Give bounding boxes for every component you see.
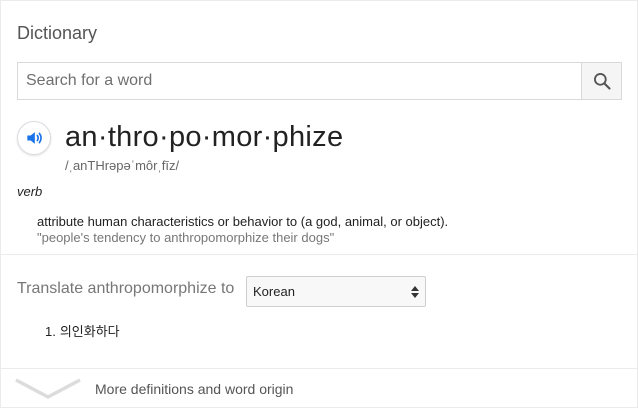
- pronunciation-audio-button[interactable]: [17, 121, 51, 155]
- translation-text: 의인화하다: [59, 324, 120, 339]
- chevron-down-icon: [15, 378, 81, 399]
- search-input[interactable]: [18, 63, 581, 99]
- language-select-value: Korean: [253, 284, 295, 299]
- pronunciation: /ˌanTHrəpəˈmôrˌfīz/: [65, 158, 180, 173]
- part-of-speech: verb: [17, 184, 43, 199]
- list-item: 1. 의인화하다: [45, 321, 120, 340]
- select-arrows-icon: [411, 285, 419, 298]
- expand-more-button[interactable]: [15, 377, 81, 406]
- translation-list: 1. 의인화하다: [45, 321, 120, 340]
- section-divider: [1, 254, 637, 255]
- example-sentence: "people's tendency to anthropomorphize t…: [37, 230, 335, 245]
- card-title: Dictionary: [17, 23, 98, 43]
- search-icon: [593, 73, 611, 90]
- speaker-icon: [27, 132, 42, 144]
- search-bar: [17, 62, 622, 100]
- translate-label: Translate anthropomorphize to: [17, 280, 235, 297]
- language-select[interactable]: Korean: [246, 276, 426, 307]
- translation-number: 1.: [45, 324, 56, 339]
- dictionary-card: Dictionary an·thro·po·mor·phize /ˌanTHrə…: [0, 0, 638, 408]
- more-definitions-link[interactable]: More definitions and word origin: [95, 381, 293, 397]
- definition-text: attribute human characteristics or behav…: [37, 214, 449, 229]
- search-button[interactable]: [581, 63, 621, 99]
- footer-divider: [1, 368, 637, 369]
- headword: an·thro·po·mor·phize: [65, 121, 344, 153]
